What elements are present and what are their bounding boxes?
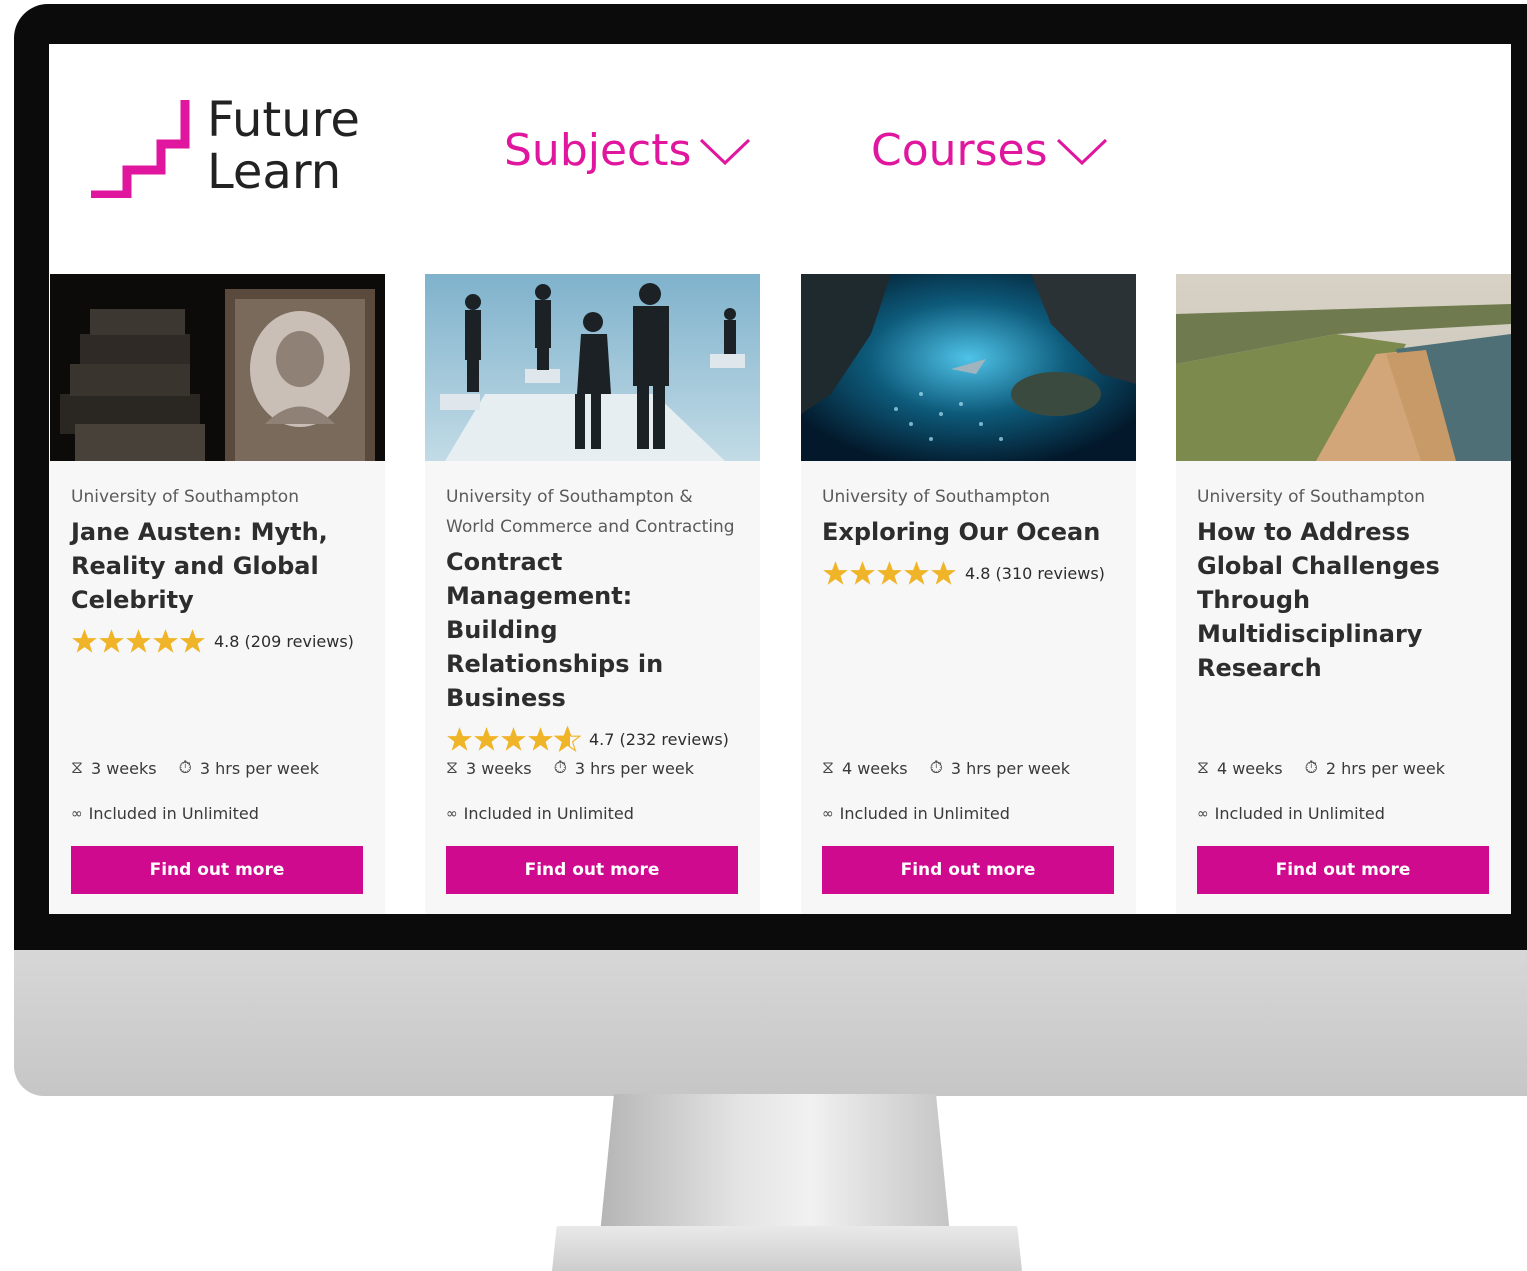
star-icon (72, 628, 97, 653)
unlimited-label: Included in Unlimited (88, 804, 259, 823)
star-icon (528, 726, 553, 751)
unlimited-icon: ∞ (71, 805, 83, 822)
course-title[interactable]: Jane Austen: Myth, Reality and Global Ce… (71, 515, 367, 617)
chevron-down-icon (1056, 138, 1107, 166)
star-icon (823, 560, 848, 585)
course-meta: ⧖ 3 weeks ⏱ 3 hrs per week (71, 758, 371, 778)
unlimited-label: Included in Unlimited (839, 804, 1010, 823)
unlimited-badge: ∞ Included in Unlimited (71, 804, 259, 823)
unlimited-badge: ∞ Included in Unlimited (446, 804, 634, 823)
hourglass-icon: ⧖ (446, 758, 458, 778)
star-icon (877, 560, 902, 585)
star-icon (931, 560, 956, 585)
course-duration: 3 weeks (90, 758, 157, 778)
logo-text-line2: Learn (207, 144, 342, 200)
find-out-more-button[interactable]: Find out more (1197, 846, 1489, 894)
unlimited-icon: ∞ (822, 805, 834, 822)
stairs-logo-icon (91, 100, 190, 198)
star-icon (850, 560, 875, 585)
star-icon (126, 628, 151, 653)
course-duration: 3 weeks (465, 758, 532, 778)
course-image[interactable] (801, 274, 1136, 461)
timer-icon: ⏱ (1304, 758, 1318, 778)
course-duration: 4 weeks (841, 758, 908, 778)
find-out-more-button[interactable]: Find out more (446, 846, 738, 894)
course-image[interactable] (50, 274, 385, 461)
futurelearn-logo[interactable]: Future Learn (89, 94, 389, 204)
course-card[interactable]: University of Southampton Jane Austen: M… (50, 274, 385, 914)
course-effort: 2 hrs per week (1325, 758, 1445, 778)
unlimited-icon: ∞ (1197, 805, 1209, 822)
nav-subjects-label: Subjects (504, 125, 692, 176)
course-image[interactable] (425, 274, 760, 461)
course-title[interactable]: Exploring Our Ocean (822, 515, 1118, 549)
half-star-icon (554, 725, 581, 752)
course-card[interactable]: University of Southampton How to Address… (1176, 274, 1511, 914)
logo-text-line1: Future (207, 92, 360, 148)
star-rating (446, 725, 581, 753)
hourglass-icon: ⧖ (822, 758, 834, 778)
hourglass-icon: ⧖ (71, 758, 83, 778)
monitor-chin (14, 950, 1527, 1096)
star-icon (447, 726, 472, 751)
chevron-down-icon (700, 138, 751, 166)
star-icon (99, 628, 124, 653)
rating-text: 4.7 (232 reviews) (589, 729, 729, 749)
nav-subjects[interactable]: Subjects (504, 124, 751, 178)
rating-text: 4.8 (310 reviews) (965, 563, 1105, 583)
star-rating (822, 560, 957, 587)
monitor-stand (600, 1094, 950, 1234)
nav-courses-label: Courses (871, 125, 1048, 176)
course-meta: ⧖ 4 weeks ⏱ 3 hrs per week (822, 758, 1122, 778)
unlimited-icon: ∞ (446, 805, 458, 822)
star-icon (474, 726, 499, 751)
unlimited-badge: ∞ Included in Unlimited (822, 804, 1010, 823)
course-provider: University of Southampton (71, 487, 299, 507)
timer-icon: ⏱ (553, 758, 567, 778)
course-effort: 3 hrs per week (574, 758, 694, 778)
star-icon (904, 560, 929, 585)
course-duration: 4 weeks (1216, 758, 1283, 778)
star-rating (71, 628, 206, 655)
monitor-stand-base (552, 1226, 1022, 1271)
course-provider: University of Southampton & World Commer… (446, 487, 735, 537)
timer-icon: ⏱ (178, 758, 192, 778)
nav-courses[interactable]: Courses (871, 124, 1108, 178)
course-effort: 3 hrs per week (199, 758, 319, 778)
find-out-more-button[interactable]: Find out more (71, 846, 363, 894)
find-out-more-button[interactable]: Find out more (822, 846, 1114, 894)
course-rating: 4.7 (232 reviews) (446, 723, 742, 755)
course-card[interactable]: University of Southampton Exploring Our … (801, 274, 1136, 914)
unlimited-badge: ∞ Included in Unlimited (1197, 804, 1385, 823)
unlimited-label: Included in Unlimited (1214, 804, 1385, 823)
course-effort: 3 hrs per week (950, 758, 1070, 778)
hourglass-icon: ⧖ (1197, 758, 1209, 778)
course-meta: ⧖ 4 weeks ⏱ 2 hrs per week (1197, 758, 1497, 778)
unlimited-label: Included in Unlimited (463, 804, 634, 823)
course-provider: University of Southampton (1197, 487, 1425, 507)
star-icon (180, 628, 205, 653)
course-title[interactable]: Contract Management: Building Relationsh… (446, 545, 742, 715)
course-card[interactable]: University of Southampton & World Commer… (425, 274, 760, 914)
rating-text: 4.8 (209 reviews) (214, 631, 354, 651)
course-meta: ⧖ 3 weeks ⏱ 3 hrs per week (446, 758, 746, 778)
timer-icon: ⏱ (929, 758, 943, 778)
course-image[interactable] (1176, 274, 1511, 461)
course-provider: University of Southampton (822, 487, 1050, 507)
star-icon (153, 628, 178, 653)
course-rating: 4.8 (310 reviews) (822, 557, 1118, 589)
star-icon (501, 726, 526, 751)
course-rating: 4.8 (209 reviews) (71, 625, 367, 657)
course-title[interactable]: How to Address Global Challenges Through… (1197, 515, 1493, 685)
screen: Future Learn Subjects Courses University… (49, 44, 1511, 914)
